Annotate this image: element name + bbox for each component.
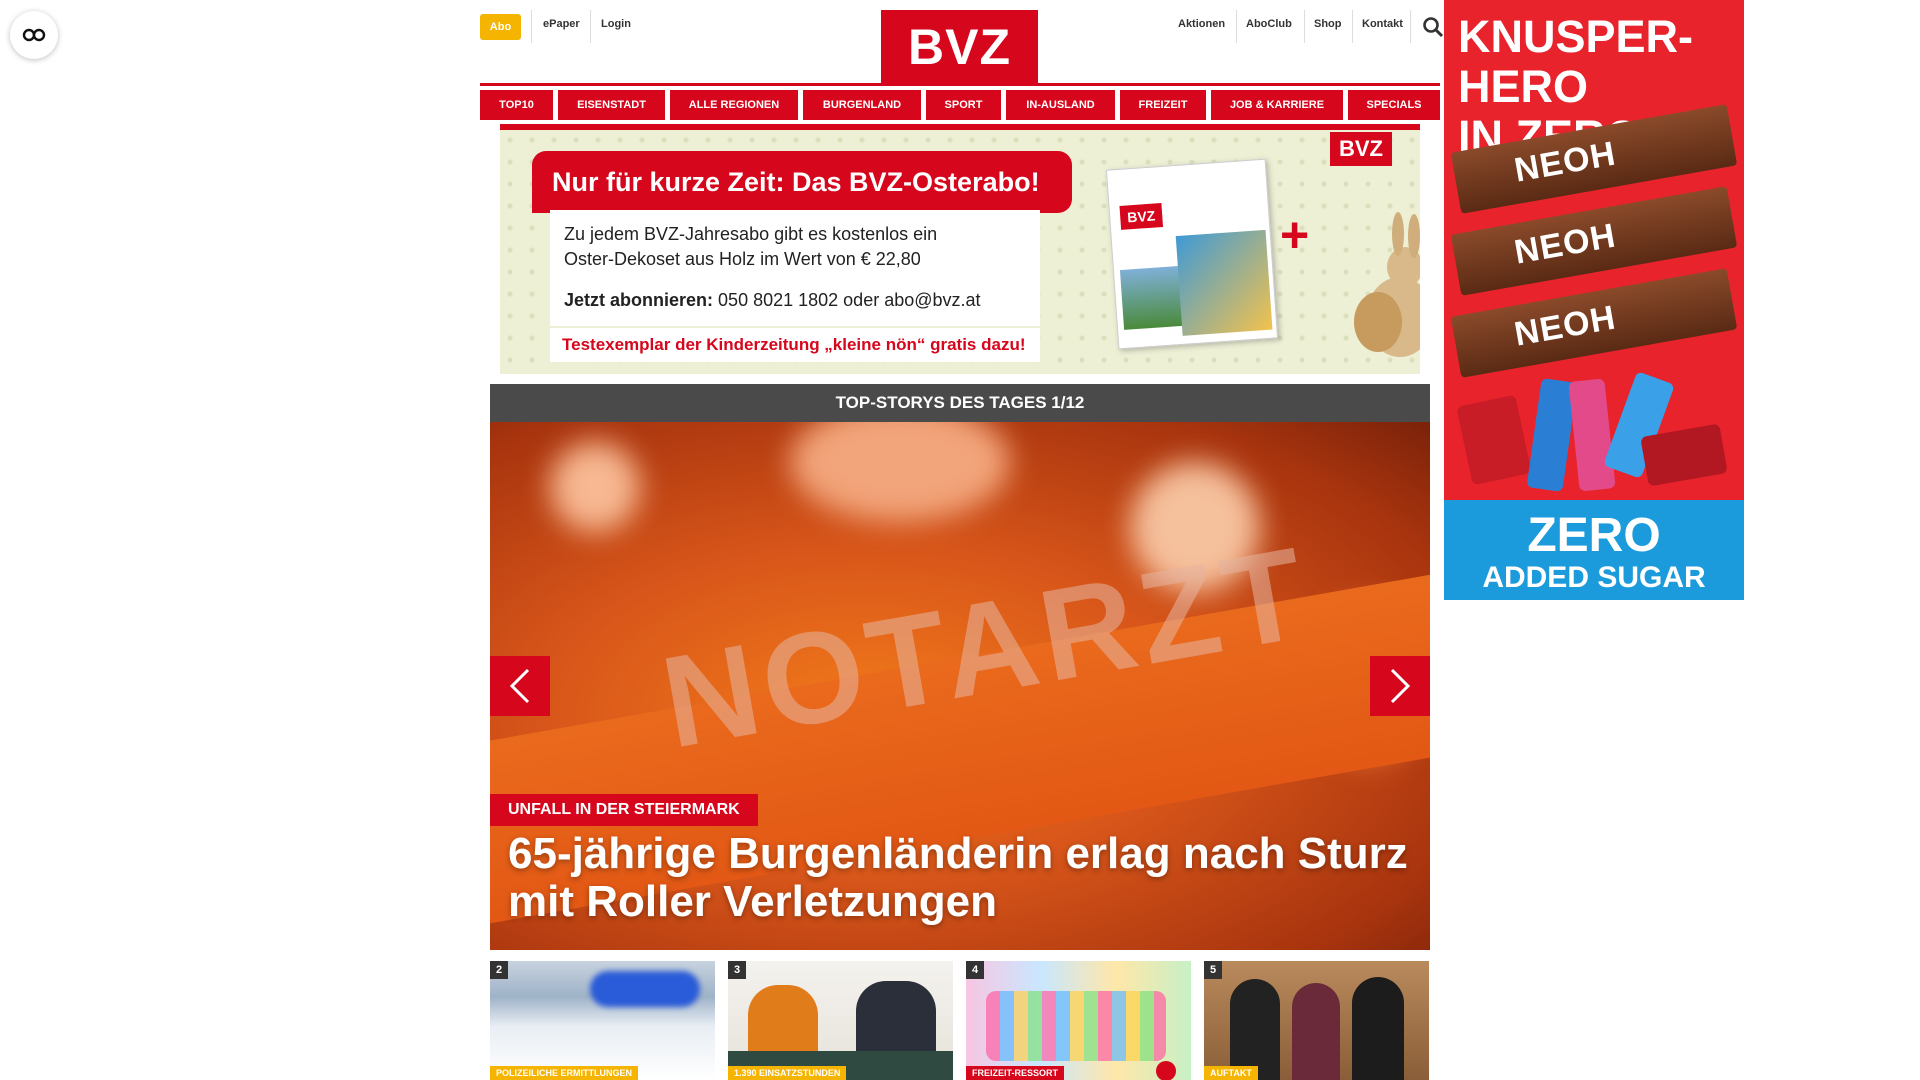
chevron-right-icon <box>1390 668 1411 704</box>
nav-item-sport[interactable]: SPORT <box>926 90 1001 120</box>
advertisement-skyscraper[interactable]: KNUSPER-HERO IN ZERO! NEOH NEOH NEOH ZER… <box>1444 0 1744 600</box>
main-navigation: TOP10 EISENSTADT ALLE REGIONEN BURGENLAN… <box>480 90 1440 120</box>
separator <box>1352 10 1353 43</box>
reader-extension-button[interactable] <box>10 11 58 59</box>
story-tag: 1.390 EINSATZSTUNDEN <box>728 1066 847 1080</box>
ad-brand: NEOH <box>1511 298 1619 354</box>
story-tag: FREIZEIT-RESSORT <box>966 1066 1065 1080</box>
nav-item-specials[interactable]: SPECIALS <box>1348 90 1440 120</box>
promo-banner[interactable]: Nur für kurze Zeit: Das BVZ-Osterabo! Zu… <box>500 130 1420 374</box>
camera-icon <box>1156 1061 1176 1080</box>
site-header: Abo ePaper Login BVZ Aktionen AboClub Sh… <box>480 0 1444 84</box>
promo-subscribe-label: Jetzt abonnieren: <box>564 290 714 310</box>
hero-headline[interactable]: 65-jährige Burgenländerin erlag nach Stu… <box>508 830 1408 926</box>
story-number: 3 <box>728 961 746 979</box>
light-bokeh <box>790 422 1010 522</box>
plus-icon: + <box>1280 207 1310 263</box>
nav-item-eisenstadt[interactable]: EISENSTADT <box>558 90 665 120</box>
story-thumb-3[interactable]: 3 1.390 EINSATZSTUNDEN <box>728 961 953 1080</box>
nav-item-burgenland[interactable]: BURGENLAND <box>803 90 921 120</box>
police-light-image <box>590 971 700 1007</box>
site-logo[interactable]: BVZ <box>881 10 1038 84</box>
colorful-figures-image <box>986 991 1166 1061</box>
hero-kicker: UNFALL IN DER STEIERMARK <box>490 794 758 826</box>
promo-bvz-tag: BVZ <box>1330 132 1392 166</box>
topstories-header: TOP-STORYS DES TAGES 1/12 <box>490 384 1430 422</box>
search-icon[interactable] <box>1422 16 1444 38</box>
story-tag: POLIZEILICHE ERMITTLUNGEN <box>490 1066 638 1080</box>
separator <box>590 10 591 43</box>
ad-footer: ZERO ADDED SUGAR <box>1444 500 1744 600</box>
ad-brand: NEOH <box>1511 134 1619 190</box>
story-tag: AUFTAKT <box>1204 1066 1258 1080</box>
ad-headline-line-1: KNUSPER-HERO <box>1458 11 1694 112</box>
promo-line-1: Zu jedem BVZ-Jahresabo gibt es kostenlos… <box>564 224 938 244</box>
nav-item-alle-regionen[interactable]: ALLE REGIONEN <box>670 90 798 120</box>
ad-brand: NEOH <box>1511 216 1619 272</box>
person-image <box>1352 977 1404 1080</box>
story-number: 4 <box>966 961 984 979</box>
ad-added-sugar: ADDED SUGAR <box>1482 561 1706 594</box>
promo-testexemplar: Testexemplar der Kinderzeitung „kleine n… <box>550 326 1040 362</box>
person-image <box>1292 983 1340 1080</box>
ad-zero: ZERO <box>1527 509 1661 562</box>
promo-text-box: Zu jedem BVZ-Jahresabo gibt es kostenlos… <box>550 210 1040 362</box>
slider-next-button[interactable] <box>1370 656 1430 716</box>
person-image <box>1230 979 1280 1080</box>
chevron-left-icon <box>509 668 530 704</box>
nav-item-freizeit[interactable]: FREIZEIT <box>1120 90 1206 120</box>
promo-subscribe: Jetzt abonnieren: 050 8021 1802 oder abo… <box>564 288 1026 312</box>
slider-prev-button[interactable] <box>490 656 550 716</box>
kids-magazine-image <box>1175 229 1273 336</box>
nav-item-top10[interactable]: TOP10 <box>480 90 553 120</box>
login-link[interactable]: Login <box>601 18 631 30</box>
story-number: 2 <box>490 961 508 979</box>
hero-story[interactable]: NOTARZT UNFALL IN DER STEIERMARK 65-jähr… <box>490 422 1430 950</box>
nav-divider <box>480 83 1440 86</box>
story-thumb-2[interactable]: 2 POLIZEILICHE ERMITTLUNGEN <box>490 961 715 1080</box>
kontakt-link[interactable]: Kontakt <box>1362 18 1403 30</box>
promo-subscribe-contact: 050 8021 1802 oder abo@bvz.at <box>718 290 981 310</box>
product-packs-image <box>1457 372 1727 492</box>
story-thumb-4[interactable]: 4 FREIZEIT-RESSORT <box>966 961 1191 1080</box>
separator <box>1236 10 1237 43</box>
story-thumb-5[interactable]: 5 AUFTAKT <box>1204 961 1429 1080</box>
easter-bunny-image <box>1354 212 1420 357</box>
newspaper-image: BVZ <box>1105 158 1279 350</box>
separator <box>1410 10 1411 43</box>
abo-button[interactable]: Abo <box>480 14 521 40</box>
promo-headline: Nur für kurze Zeit: Das BVZ-Osterabo! <box>532 151 1072 213</box>
separator <box>531 10 532 43</box>
light-bokeh <box>550 442 640 532</box>
separator <box>1304 10 1305 43</box>
aktionen-link[interactable]: Aktionen <box>1178 18 1225 30</box>
shop-link[interactable]: Shop <box>1314 18 1342 30</box>
newspaper-logo: BVZ <box>1119 203 1164 230</box>
story-number: 5 <box>1204 961 1222 979</box>
glasses-icon <box>22 28 46 42</box>
nav-item-job-karriere[interactable]: JOB & KARRIERE <box>1211 90 1343 120</box>
epaper-link[interactable]: ePaper <box>543 18 580 30</box>
nav-item-in-ausland[interactable]: IN-AUSLAND <box>1006 90 1115 120</box>
aboclub-link[interactable]: AboClub <box>1246 18 1292 30</box>
promo-line-2: Oster-Dekoset aus Holz im Wert von € 22,… <box>564 249 921 269</box>
